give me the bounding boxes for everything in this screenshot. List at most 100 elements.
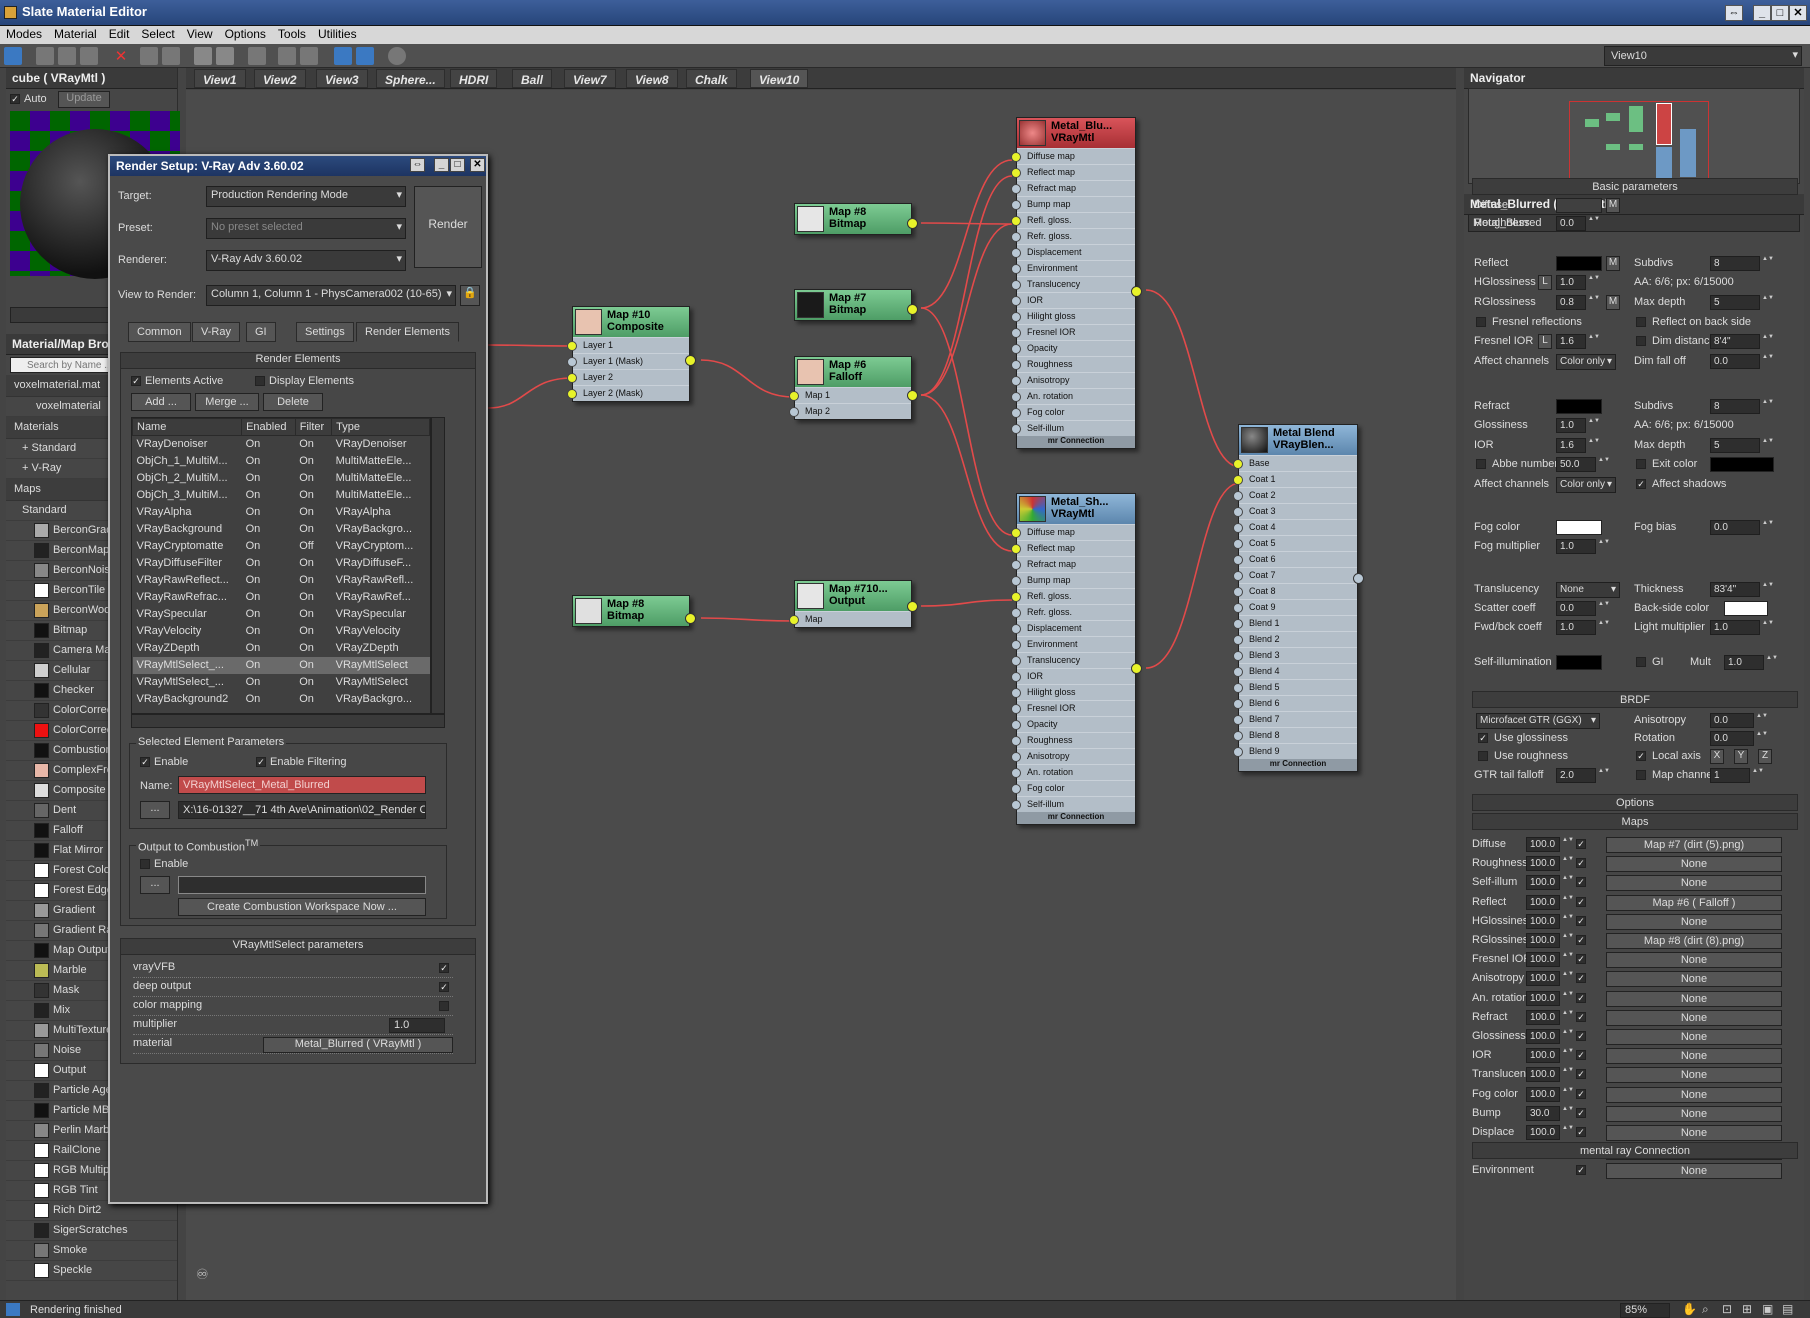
spinner-icon[interactable]: ▲▼ — [1762, 354, 1774, 369]
table-scrollbar[interactable] — [431, 417, 445, 714]
input-socket[interactable] — [1011, 688, 1021, 698]
slot[interactable]: Blend 4 — [1233, 663, 1357, 679]
mental-ray-rollout[interactable]: mental ray Connection — [1472, 1142, 1798, 1159]
slot[interactable]: Coat 3 — [1233, 503, 1357, 519]
zoom-icon[interactable]: ⌕ — [1702, 1302, 1709, 1317]
input-socket[interactable] — [1233, 731, 1243, 741]
slot[interactable]: Self-illum — [1011, 420, 1135, 436]
input-socket[interactable] — [1011, 296, 1021, 306]
diffuse-map-button[interactable]: M — [1606, 198, 1620, 213]
render-setup-minimize[interactable]: _ — [434, 158, 449, 172]
node-metal-blend[interactable]: Metal Blend VRayBlen... Base Coat 1 Coat 2 C… — [1233, 424, 1364, 772]
menu-options[interactable]: Options — [219, 26, 272, 41]
mr-connection[interactable]: mr Connection — [1017, 812, 1135, 824]
render-setup-maximize[interactable]: □ — [450, 158, 465, 172]
spinner-icon[interactable]: ▲▼ — [1562, 875, 1574, 890]
menu-edit[interactable]: Edit — [103, 26, 136, 41]
map-button[interactable]: None — [1606, 952, 1782, 969]
map-enable-checkbox[interactable]: ✓ — [1576, 915, 1586, 926]
slot[interactable]: Refl. gloss. — [1011, 588, 1135, 604]
spinner-icon[interactable]: ▲▼ — [1562, 991, 1574, 1006]
slot[interactable]: Reflect map — [1011, 540, 1135, 556]
map-amount-field[interactable]: 100.0 — [1526, 952, 1560, 968]
rotation-field[interactable]: 0.0 — [1710, 731, 1754, 746]
map-enable-checkbox[interactable]: ✓ — [1576, 877, 1586, 888]
browser-item[interactable]: Smoke — [6, 1241, 177, 1261]
spinner-icon[interactable]: ▲▼ — [1562, 914, 1574, 929]
map-amount-field[interactable]: 100.0 — [1526, 856, 1560, 872]
table-column-header[interactable]: Type — [331, 418, 430, 436]
layout-children-icon[interactable] — [278, 47, 296, 65]
slot[interactable]: Anisotropy — [1011, 372, 1135, 388]
input-socket[interactable] — [1233, 475, 1243, 485]
node-bitmap-8[interactable]: Map #8 Bitmap — [794, 203, 918, 235]
map-button[interactable]: None — [1606, 1029, 1782, 1045]
table-row[interactable]: ObjCh_1_MultiM... On On MultiMatteEle... — [133, 453, 430, 470]
fwdbck-field[interactable]: 1.0 — [1556, 620, 1596, 635]
spinner-icon[interactable]: ▲▼ — [1762, 582, 1774, 597]
auto-checkbox[interactable]: ✓ Auto — [10, 93, 47, 105]
table-column-header[interactable]: Enabled — [241, 418, 296, 436]
enable-filtering-checkbox[interactable]: ✓ Enable Filtering — [256, 756, 346, 768]
input-socket[interactable] — [1011, 672, 1021, 682]
view-to-render-dropdown[interactable]: Column 1, Column 1 - PhysCamera002 (10-6… — [206, 285, 456, 306]
input-socket[interactable] — [1233, 459, 1243, 469]
slot[interactable]: Base — [1233, 455, 1357, 471]
view-tab[interactable]: View3 — [316, 69, 368, 88]
show-map-icon[interactable] — [194, 47, 212, 65]
input-socket[interactable] — [1011, 736, 1021, 746]
table-hscrollbar[interactable] — [131, 714, 445, 728]
preset-dropdown[interactable]: No preset selected — [206, 218, 406, 239]
brdf-type-dropdown[interactable]: Microfacet GTR (GGX) — [1476, 713, 1600, 729]
target-dropdown[interactable]: Production Rendering Mode — [206, 186, 406, 207]
tab-gi[interactable]: GI — [246, 322, 276, 342]
fog-multiplier-field[interactable]: 1.0 — [1556, 539, 1596, 554]
spinner-icon[interactable]: ▲▼ — [1588, 216, 1600, 231]
input-socket[interactable] — [1233, 635, 1243, 645]
map-amount-field[interactable]: 100.0 — [1526, 1048, 1560, 1064]
input-socket[interactable] — [1011, 344, 1021, 354]
table-row[interactable]: VRayRawRefrac... On On VRayRawRef... — [133, 589, 430, 606]
map-button[interactable]: None — [1606, 1125, 1782, 1141]
subdivs-field[interactable]: 8 — [1710, 256, 1760, 271]
node-falloff-6[interactable]: Map #6 Falloff Map 1 Map 2 — [789, 356, 918, 420]
map-button[interactable]: None — [1606, 875, 1782, 892]
input-socket[interactable] — [1233, 747, 1243, 757]
table-row[interactable]: VRayDiffuseFilter On On VRayDiffuseF... — [133, 555, 430, 572]
tab-common[interactable]: Common — [128, 322, 191, 342]
spinner-icon[interactable]: ▲▼ — [1756, 713, 1768, 728]
roughness-field[interactable]: 0.0 — [1556, 216, 1586, 231]
slot[interactable]: Fog color — [1011, 404, 1135, 420]
input-socket[interactable] — [1233, 555, 1243, 565]
map-channel-radio[interactable] — [1636, 770, 1646, 780]
input-socket[interactable] — [1011, 768, 1021, 778]
output-socket[interactable] — [685, 355, 696, 366]
input-socket[interactable] — [1011, 264, 1021, 274]
slot[interactable]: Refract map — [1011, 556, 1135, 572]
map-button[interactable]: None — [1606, 913, 1782, 930]
select-tool-icon[interactable] — [4, 47, 22, 65]
map-amount-field[interactable]: 100.0 — [1526, 837, 1560, 852]
input-socket[interactable] — [1011, 720, 1021, 730]
spinner-icon[interactable]: ▲▼ — [1562, 952, 1574, 967]
material-id-icon[interactable] — [300, 47, 318, 65]
input-socket[interactable] — [1011, 784, 1021, 794]
input-socket[interactable] — [1011, 704, 1021, 714]
input-socket[interactable] — [1011, 232, 1021, 242]
map-button[interactable]: Map #7 (dirt (5).png) — [1606, 837, 1782, 853]
output-socket[interactable] — [1131, 286, 1142, 297]
map-enable-checkbox[interactable]: ✓ — [1576, 1165, 1586, 1176]
axis-z-button[interactable]: Z — [1758, 749, 1772, 764]
slot[interactable]: An. rotation — [1011, 764, 1135, 780]
combustion-browse-button[interactable]: ... — [140, 876, 170, 894]
slot[interactable]: Environment — [1011, 260, 1135, 276]
map-enable-checkbox[interactable]: ✓ — [1576, 973, 1586, 984]
input-socket[interactable] — [1011, 544, 1021, 554]
input-socket[interactable] — [1011, 392, 1021, 402]
table-row[interactable]: ObjCh_3_MultiM... On On MultiMatteEle... — [133, 487, 430, 504]
slot[interactable]: Blend 3 — [1233, 647, 1357, 663]
map-button[interactable]: Map #6 ( Falloff ) — [1606, 894, 1782, 911]
spinner-icon[interactable]: ▲▼ — [1588, 275, 1600, 290]
delete-button[interactable]: Delete — [263, 393, 323, 411]
map-amount-field[interactable]: 100.0 — [1526, 990, 1560, 1006]
